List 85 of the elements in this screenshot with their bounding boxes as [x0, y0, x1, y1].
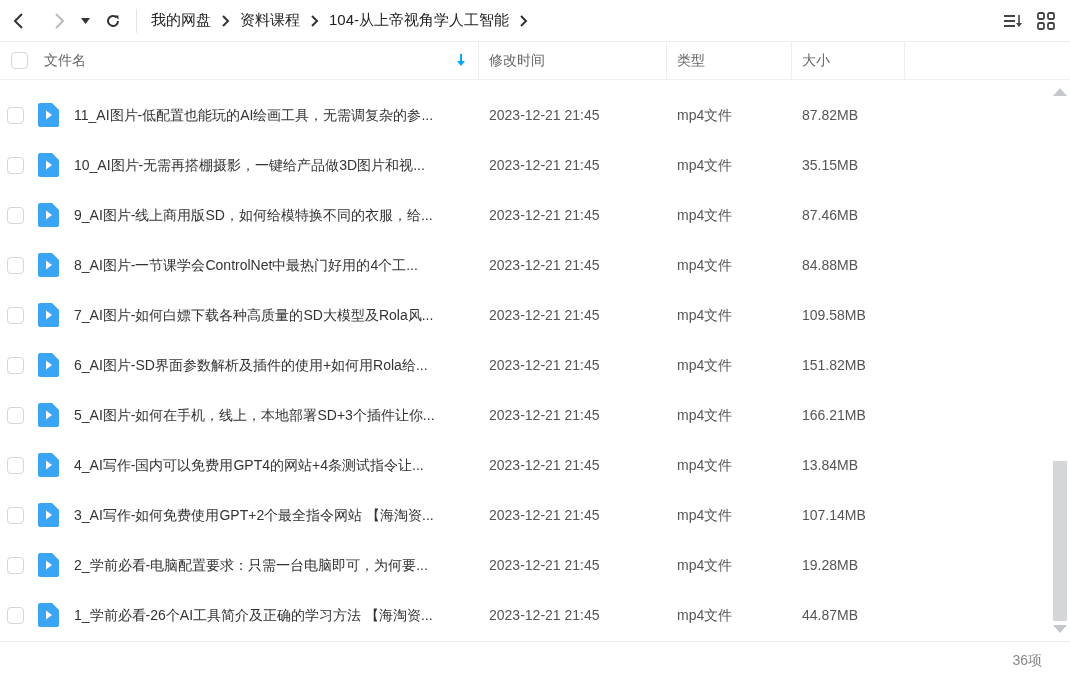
- file-type: mp4文件: [676, 455, 734, 475]
- modified-time: 2023-12-21 21:45: [488, 605, 601, 625]
- breadcrumb-link[interactable]: 104-从上帝视角学人工智能: [329, 9, 510, 32]
- video-file-icon: [38, 603, 59, 627]
- modified-time: 2023-12-21 21:45: [488, 105, 601, 125]
- file-name[interactable]: 9_AI图片-线上商用版SD，如何给模特换不同的衣服，给...: [74, 204, 433, 226]
- file-name[interactable]: 3_AI写作-如何免费使用GPT+2个最全指令网站 【海淘资...: [74, 504, 434, 526]
- file-size: 19.28MB: [801, 555, 860, 575]
- modified-time: 2023-12-21 21:45: [488, 455, 601, 475]
- modified-time: 2023-12-21 21:45: [488, 305, 601, 325]
- checkbox[interactable]: [7, 156, 24, 174]
- checkbox[interactable]: [7, 206, 24, 224]
- video-file-icon: [38, 203, 59, 227]
- video-file-icon: [38, 153, 59, 177]
- breadcrumb-link[interactable]: 我的网盘: [151, 9, 211, 32]
- file-type: mp4文件: [676, 105, 734, 125]
- checkbox[interactable]: [7, 456, 24, 474]
- video-file-icon: [38, 303, 59, 327]
- file-name[interactable]: 2_学前必看-电脑配置要求：只需一台电脑即可，为何要...: [74, 554, 428, 576]
- file-size: 87.46MB: [801, 205, 860, 225]
- dropdown-caret-icon[interactable]: [80, 17, 90, 24]
- checkbox[interactable]: [7, 306, 24, 324]
- file-type: mp4文件: [676, 305, 734, 325]
- modified-time: 2023-12-21 21:45: [488, 155, 601, 175]
- file-name[interactable]: 4_AI写作-国内可以免费用GPT4的网站+4条测试指令让...: [74, 454, 424, 476]
- file-type: mp4文件: [676, 555, 734, 575]
- chevron-icon: [310, 14, 319, 27]
- chevron-icon: [519, 14, 529, 27]
- checkbox[interactable]: [7, 506, 24, 524]
- file-size: 109.58MB: [801, 305, 867, 325]
- video-file-icon: [38, 253, 59, 277]
- file-size: 151.82MB: [801, 355, 867, 375]
- file-name[interactable]: 8_AI图片-一节课学会ControlNet中最热门好用的4个工...: [74, 254, 418, 276]
- file-name[interactable]: 6_AI图片-SD界面参数解析及插件的使用+如何用Rola给...: [74, 354, 428, 376]
- modified-time: 2023-12-21 21:45: [488, 405, 601, 425]
- file-type: mp4文件: [676, 155, 734, 175]
- refresh-icon[interactable]: [105, 12, 121, 29]
- file-type: mp4文件: [676, 405, 734, 425]
- file-type: mp4文件: [676, 205, 734, 225]
- file-size: 107.14MB: [801, 505, 867, 525]
- checkbox[interactable]: [7, 606, 24, 624]
- file-name[interactable]: 5_AI图片-如何在手机，线上，本地部署SD+3个插件让你...: [74, 404, 435, 426]
- chevron-icon: [221, 14, 230, 27]
- video-file-icon: [38, 403, 59, 427]
- file-size: 35.15MB: [801, 155, 860, 175]
- modified-time: 2023-12-21 21:45: [488, 355, 601, 375]
- breadcrumb-link[interactable]: 资料课程: [240, 9, 300, 32]
- file-size: 84.88MB: [801, 255, 860, 275]
- file-size: 166.21MB: [801, 405, 867, 425]
- file-size: 44.87MB: [801, 605, 860, 625]
- video-file-icon: [38, 353, 59, 377]
- modified-time: 2023-12-21 21:45: [488, 555, 601, 575]
- grid-view-icon[interactable]: [1037, 11, 1055, 30]
- video-file-icon: [38, 103, 59, 127]
- forward-icon[interactable]: [54, 11, 66, 30]
- column-header[interactable]: 大小: [802, 50, 830, 71]
- video-file-icon: [38, 503, 59, 527]
- sort-icon[interactable]: [1003, 12, 1023, 29]
- file-type: mp4文件: [676, 255, 734, 275]
- column-header[interactable]: 类型: [677, 50, 705, 71]
- checkbox[interactable]: [7, 556, 24, 574]
- item-count: 36项: [1012, 651, 1042, 670]
- back-icon[interactable]: [12, 11, 24, 30]
- file-size: 13.84MB: [801, 455, 860, 475]
- file-name[interactable]: 11_AI图片-低配置也能玩的AI绘画工具，无需调复杂的参...: [74, 104, 434, 126]
- modified-time: 2023-12-21 21:45: [488, 205, 601, 225]
- file-type: mp4文件: [676, 505, 734, 525]
- video-file-icon: [38, 553, 59, 577]
- checkbox[interactable]: [7, 106, 24, 124]
- checkbox[interactable]: [11, 52, 28, 69]
- checkbox[interactable]: [7, 406, 24, 424]
- checkbox[interactable]: [7, 256, 24, 274]
- modified-time: 2023-12-21 21:45: [488, 505, 601, 525]
- file-name[interactable]: 1_学前必看-26个AI工具简介及正确的学习方法 【海淘资...: [74, 604, 433, 626]
- file-type: mp4文件: [676, 605, 734, 625]
- file-size: 87.82MB: [801, 105, 860, 125]
- column-header[interactable]: 文件名: [44, 50, 456, 71]
- modified-time: 2023-12-21 21:45: [488, 255, 601, 275]
- file-type: mp4文件: [676, 355, 734, 375]
- column-header[interactable]: 修改时间: [489, 50, 545, 71]
- file-name[interactable]: 10_AI图片-无需再搭棚摄影，一键给产品做3D图片和视...: [74, 154, 425, 176]
- checkbox[interactable]: [7, 356, 24, 374]
- file-name[interactable]: 7_AI图片-如何白嫖下载各种高质量的SD大模型及Rola风...: [74, 304, 434, 326]
- video-file-icon: [38, 453, 59, 477]
- sort-arrow-icon[interactable]: [456, 54, 466, 67]
